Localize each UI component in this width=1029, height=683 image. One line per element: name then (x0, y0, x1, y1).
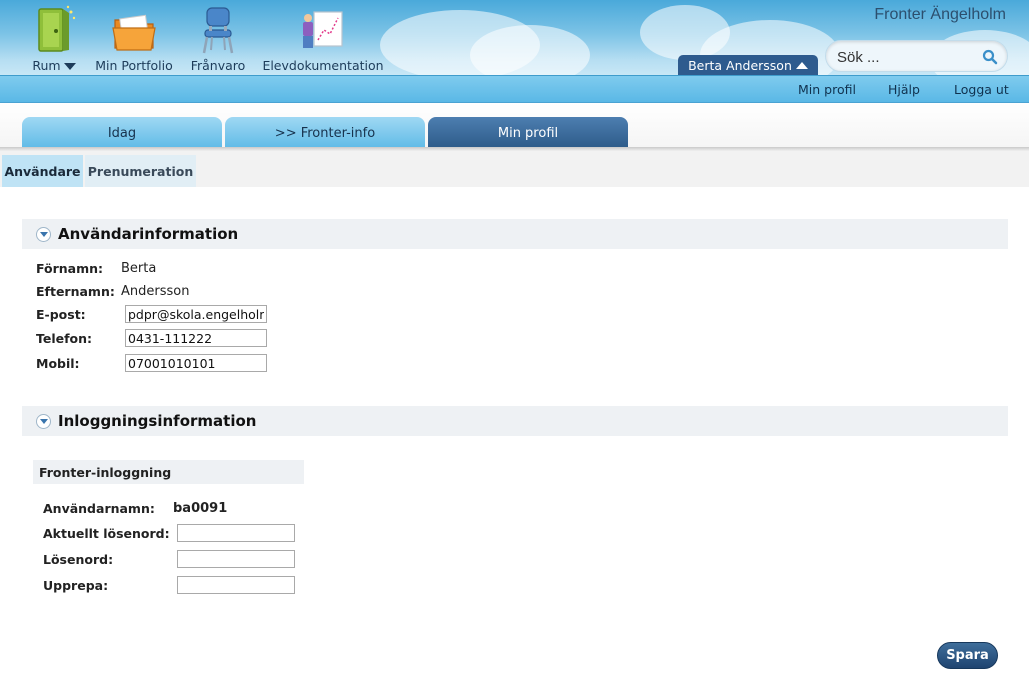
current-password-label: Aktuellt lösenord: (43, 525, 170, 541)
firstname-row: Förnamn: Berta (36, 258, 156, 278)
password-row: Lösenord: (43, 549, 295, 569)
mobile-label: Mobil: (36, 355, 80, 371)
username-value: ba0091 (173, 500, 228, 516)
username-row: Användarnamn: ba0091 (43, 498, 227, 518)
cloud-decoration (470, 25, 590, 75)
password-label: Lösenord: (43, 551, 114, 567)
section-header-login-info[interactable]: Inloggningsinformation (22, 406, 1008, 436)
link-min-profil[interactable]: Min profil (798, 82, 856, 97)
password-field[interactable] (177, 550, 295, 568)
nav-rum[interactable]: Rum (26, 4, 82, 73)
tab-min-profil[interactable]: Min profil (428, 117, 628, 150)
subtab-anvandare[interactable]: Användare (2, 155, 83, 187)
chevron-down-icon (63, 63, 76, 70)
email-label: E-post: (36, 306, 86, 322)
search-box (825, 40, 1008, 72)
tab-idag[interactable]: Idag (22, 117, 222, 150)
chevron-up-icon (795, 61, 808, 69)
nav-franvaro-label: Frånvaro (190, 58, 246, 73)
nav-elevdokumentation[interactable]: Elevdokumentation (262, 4, 384, 73)
lastname-row: Efternamn: Andersson (36, 281, 189, 301)
save-button[interactable]: Spara (937, 642, 998, 669)
collapse-icon[interactable] (36, 226, 51, 242)
search-input[interactable] (837, 47, 977, 67)
firstname-value: Berta (121, 260, 157, 276)
section-header-user-info[interactable]: Användarinformation (22, 219, 1008, 249)
link-logga-ut[interactable]: Logga ut (954, 82, 1009, 97)
nav-elevdokumentation-label: Elevdokumentation (262, 58, 384, 73)
repeat-password-label: Upprepa: (43, 577, 109, 593)
current-password-row: Aktuellt lösenord: (43, 523, 295, 543)
collapse-icon[interactable] (36, 413, 51, 429)
sub-tabs: Användare Prenumeration (0, 151, 1029, 187)
organization-name: Fronter Ängelholm (874, 6, 1006, 23)
current-password-field[interactable] (177, 524, 295, 542)
phone-row: Telefon: (36, 328, 267, 348)
login-subheader: Fronter-inloggning (33, 460, 304, 484)
phone-field[interactable] (125, 329, 267, 347)
nav-franvaro[interactable]: Frånvaro (189, 4, 247, 73)
firstname-label: Förnamn: (36, 260, 104, 276)
lastname-value: Andersson (121, 283, 190, 299)
repeat-password-field[interactable] (177, 576, 295, 594)
top-link-bar: Min profil Hjälp Logga ut (0, 75, 1029, 103)
section-title-user-info: Användarinformation (58, 225, 239, 243)
section-title-login-info: Inloggningsinformation (58, 412, 257, 430)
email-row: E-post: (36, 304, 267, 324)
repeat-password-row: Upprepa: (43, 575, 295, 595)
user-menu-button[interactable]: Berta Andersson (678, 55, 818, 75)
username-label: Användarnamn: (43, 500, 155, 516)
door-icon (29, 4, 79, 56)
main-tabs: Idag >> Fronter-info Min profil (0, 103, 1029, 151)
search-icon[interactable] (982, 49, 998, 65)
email-field[interactable] (125, 305, 267, 323)
chair-icon (193, 4, 243, 56)
mobile-field[interactable] (125, 354, 267, 372)
nav-min-portfolio-label: Min Portfolio (95, 58, 173, 73)
header: Fronter Ängelholm Rum Min Portfolio Från… (0, 0, 1029, 75)
phone-label: Telefon: (36, 330, 93, 346)
chart-presentation-icon (298, 4, 348, 56)
folder-icon (109, 4, 159, 56)
user-name: Berta Andersson (688, 57, 792, 73)
link-hjalp[interactable]: Hjälp (888, 82, 920, 97)
mobile-row: Mobil: (36, 353, 267, 373)
subtab-prenumeration[interactable]: Prenumeration (85, 155, 196, 187)
nav-rum-label: Rum (32, 58, 61, 73)
tab-fronter-info[interactable]: >> Fronter-info (225, 117, 425, 150)
nav-min-portfolio[interactable]: Min Portfolio (95, 4, 173, 73)
lastname-label: Efternamn: (36, 283, 115, 299)
